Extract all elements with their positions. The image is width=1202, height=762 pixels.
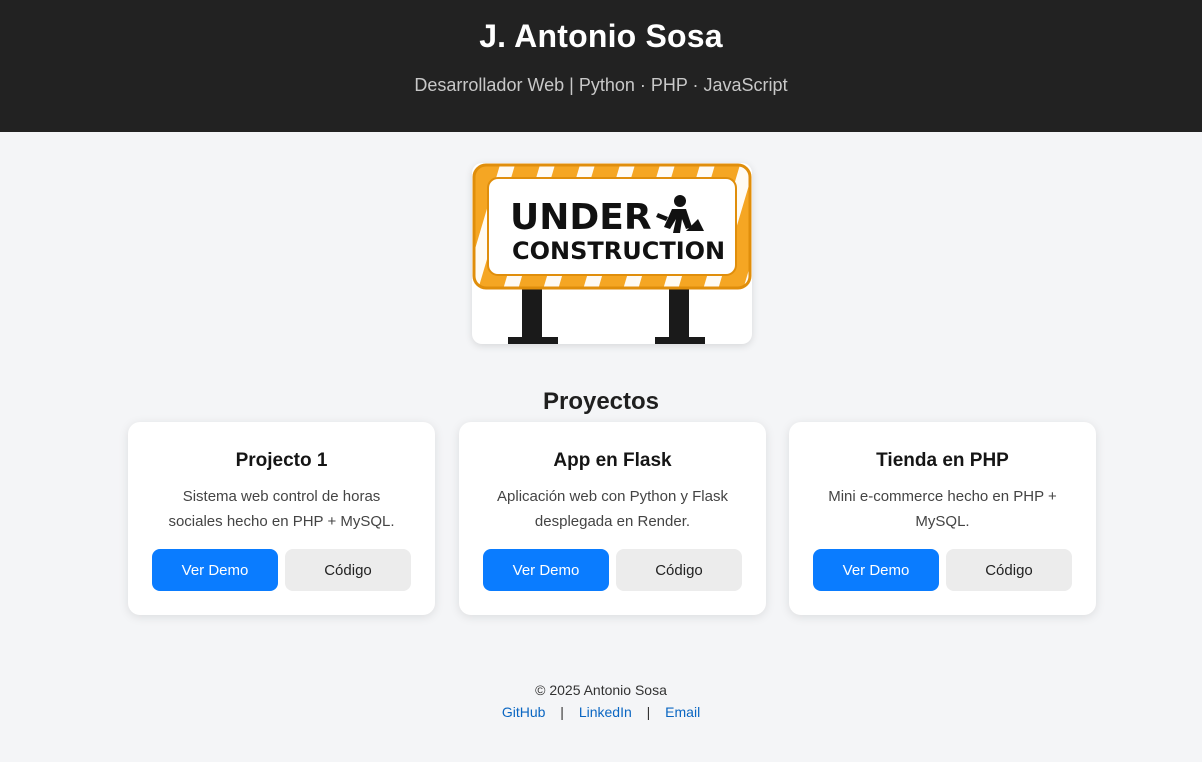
site-header: J. Antonio Sosa Desarrollador Web | Pyth…: [0, 0, 1202, 132]
email-link[interactable]: Email: [665, 704, 700, 720]
copyright-text: © 2025 Antonio Sosa: [535, 682, 667, 698]
project-card: Tienda en PHP Mini e-commerce hecho en P…: [789, 422, 1096, 615]
site-subtitle: Desarrollador Web | Python · PHP · JavaS…: [414, 75, 788, 95]
project-title: App en Flask: [553, 450, 672, 471]
project-card: Projecto 1 Sistema web control de horas …: [128, 422, 435, 615]
project-description: Sistema web control de horas sociales he…: [168, 488, 395, 530]
project-title: Tienda en PHP: [876, 450, 1009, 471]
sign-post-right: [669, 288, 689, 340]
view-code-button[interactable]: Código: [946, 549, 1072, 591]
sign-post-left: [522, 288, 542, 340]
view-demo-button[interactable]: Ver Demo: [813, 549, 939, 591]
under-construction-image: UNDER CONSTRUCTION: [472, 163, 752, 344]
site-footer: © 2025 Antonio Sosa GitHub | LinkedIn | …: [0, 682, 1202, 720]
site-title: J. Antonio Sosa: [479, 18, 723, 54]
under-construction-sign: UNDER CONSTRUCTION: [472, 163, 752, 344]
projects-title: Proyectos: [542, 388, 660, 415]
project-title: Projecto 1: [235, 450, 328, 471]
sign-line2: CONSTRUCTION: [512, 237, 725, 265]
view-code-button[interactable]: Código: [285, 549, 411, 591]
github-link[interactable]: GitHub: [502, 704, 546, 720]
project-card: App en Flask Aplicación web con Python y…: [459, 422, 766, 615]
view-demo-button[interactable]: Ver Demo: [483, 549, 609, 591]
footer-links: GitHub | LinkedIn | Email: [0, 704, 1202, 720]
view-demo-button[interactable]: Ver Demo: [152, 549, 278, 591]
link-separator: |: [646, 704, 651, 720]
link-separator: |: [560, 704, 564, 720]
project-description: Aplicación web con Python y Flask desple…: [497, 488, 728, 530]
sign-line1: UNDER: [510, 197, 652, 238]
project-description: Mini e-commerce hecho en PHP + MySQL.: [828, 488, 1057, 530]
view-code-button[interactable]: Código: [616, 549, 742, 591]
linkedin-link[interactable]: LinkedIn: [579, 704, 632, 720]
